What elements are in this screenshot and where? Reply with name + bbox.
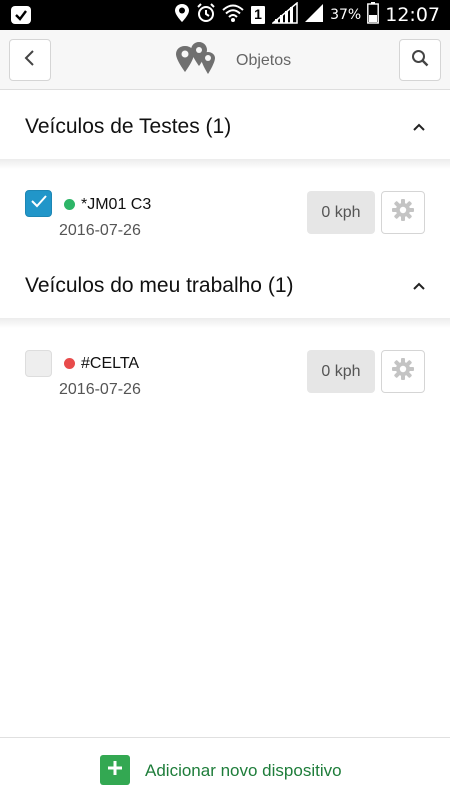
speed-badge: 0 kph [307,350,375,393]
add-device-link[interactable]: Adicionar novo dispositivo [145,761,342,781]
device-checkbox[interactable] [25,350,52,377]
status-dot-online [64,199,75,210]
app-header: Objetos [0,30,450,90]
speed-value: 0 kph [321,362,361,380]
device-name: #CELTA [81,355,140,372]
device-checkbox[interactable] [25,190,52,217]
chevron-up-icon[interactable] [412,278,426,296]
battery-icon [367,1,380,29]
group-header-veiculos-do-meu-trabalho[interactable]: Veículos do meu trabalho (1) [0,250,450,318]
chevron-left-icon [23,49,37,72]
group-title: Veículos do meu trabalho (1) [25,274,294,297]
device-date: 2016-07-26 [59,222,141,239]
group-divider [0,318,450,328]
speed-badge: 0 kph [307,191,375,234]
footer-bar: Adicionar novo dispositivo [0,737,450,800]
signal-icon-2 [304,3,324,28]
status-dot-offline [64,358,75,369]
group-title: Veículos de Testes (1) [25,115,232,138]
alarm-icon [196,2,216,28]
search-icon [411,49,429,72]
battery-percent: 37% [330,7,362,23]
plus-icon [107,760,123,781]
device-row[interactable]: *JM01 C3 2016-07-26 0 kph [0,185,450,245]
wifi-icon [222,3,244,28]
chevron-up-icon[interactable] [412,119,426,137]
map-pins-logo-icon [174,42,218,83]
device-row[interactable]: #CELTA 2016-07-26 0 kph [0,345,450,405]
gear-icon [391,198,415,227]
add-device-button[interactable] [100,755,130,785]
notification-check-icon [10,5,32,30]
gear-icon [391,357,415,386]
group-header-veiculos-de-testes[interactable]: Veículos de Testes (1) [0,91,450,159]
sim-label: 1 [254,6,262,22]
device-date: 2016-07-26 [59,381,141,398]
device-settings-button[interactable] [381,191,425,234]
search-button[interactable] [399,39,441,81]
page-title: Objetos [236,52,292,69]
sim-icon: 1 [250,5,266,25]
clock: 12:07 [385,4,440,26]
status-bar: 1 37% 12:07 [0,0,450,30]
signal-icon [271,0,298,29]
device-name: *JM01 C3 [81,196,152,213]
back-button[interactable] [9,39,51,81]
group-divider [0,159,450,169]
checkmark-icon [30,194,48,213]
device-settings-button[interactable] [381,350,425,393]
location-icon [174,3,190,28]
speed-value: 0 kph [321,203,361,221]
